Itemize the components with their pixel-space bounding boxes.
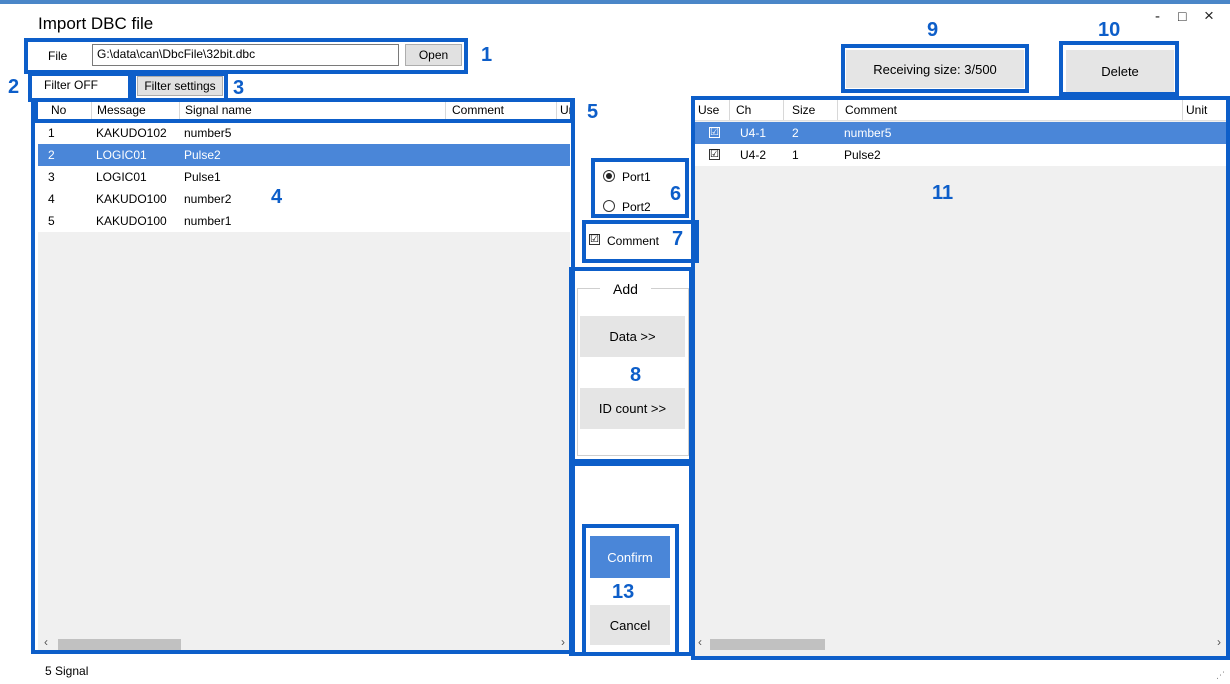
callout-number-1: 1 xyxy=(481,44,493,66)
maximize-icon[interactable]: □ xyxy=(1178,8,1186,24)
callout-number-13: 13 xyxy=(612,581,635,603)
callout-number-4: 4 xyxy=(271,186,283,208)
callout-box-4 xyxy=(31,98,575,654)
status-bar-count: 5 Signal xyxy=(45,664,89,678)
callout-number-3: 3 xyxy=(233,77,245,99)
window-top-accent xyxy=(0,0,1230,4)
window-title: Import DBC file xyxy=(38,14,154,33)
callout-number-7: 7 xyxy=(672,228,684,250)
callout-box-1 xyxy=(24,38,468,74)
resize-grip-icon[interactable]: ⋰ xyxy=(1216,670,1225,681)
callout-number-2: 2 xyxy=(8,76,20,98)
callout-number-11: 11 xyxy=(932,182,954,204)
callout-number-10: 10 xyxy=(1098,19,1121,41)
callout-box-10 xyxy=(1059,41,1179,96)
callout-box-11 xyxy=(691,96,1230,660)
minimize-icon[interactable]: - xyxy=(1155,8,1160,25)
close-icon[interactable]: × xyxy=(1204,6,1214,26)
callout-number-6: 6 xyxy=(670,183,682,205)
callout-number-9: 9 xyxy=(927,19,939,41)
callout-box-9 xyxy=(841,44,1029,93)
callout-number-5: 5 xyxy=(587,101,599,123)
callout-number-8: 8 xyxy=(630,364,642,386)
